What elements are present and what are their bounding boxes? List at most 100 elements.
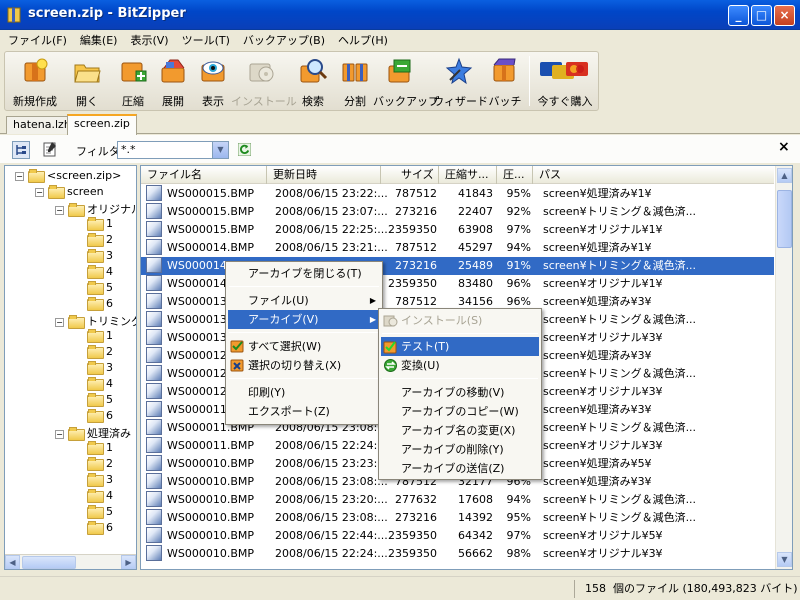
menu-item-install[interactable]: インストール(S) — [381, 311, 539, 330]
tree-node-folder-1[interactable]: 1 — [87, 441, 113, 457]
view-button[interactable]: 表示 — [193, 56, 233, 109]
list-vertical-scrollbar[interactable]: ▲ ▼ — [775, 166, 792, 569]
column-header-filename[interactable]: ファイル名 — [141, 166, 267, 184]
tree-node-folder-5[interactable]: 5 — [87, 281, 113, 297]
menu-backup[interactable]: バックアップ(B) — [235, 30, 330, 50]
column-header-compressed-size[interactable]: 圧縮サ... — [439, 166, 497, 184]
split-button[interactable]: 分割 — [335, 56, 375, 109]
tree-node-original[interactable]: − オリジナル — [55, 201, 136, 217]
refresh-icon[interactable] — [238, 143, 251, 156]
menu-item-move-archive[interactable]: アーカイブの移動(V) — [381, 383, 539, 402]
menu-edit[interactable]: 編集(E) — [72, 30, 123, 50]
tree-node-trimmed[interactable]: −トリミング& — [55, 313, 136, 329]
search-button[interactable]: 検索 — [293, 56, 333, 109]
tree-node-folder-6[interactable]: 6 — [87, 521, 113, 537]
bitmap-file-icon — [146, 509, 162, 525]
scroll-thumb[interactable] — [777, 190, 792, 248]
title-bar[interactable]: screen.zip - BitZipper _ □ × — [0, 0, 800, 30]
menu-item-file[interactable]: ファイル(U) ▶ — [228, 291, 380, 310]
batch-button[interactable]: バッチ — [485, 56, 525, 109]
edit-comment-button[interactable] — [42, 141, 60, 159]
menu-item-test[interactable]: テスト(T) — [381, 337, 539, 356]
backup-button[interactable]: バックアップ — [373, 56, 439, 109]
table-row[interactable]: WS000015.BMP 2008/06/15 23:22:... 787512 41… — [141, 185, 774, 203]
tab-screen-zip[interactable]: screen.zip — [67, 114, 137, 135]
tree-node-folder-3[interactable]: 3 — [87, 473, 113, 489]
column-header-size[interactable]: サイズ — [381, 166, 439, 184]
close-button[interactable]: × — [774, 5, 795, 26]
tree-node-folder-1[interactable]: 1 — [87, 329, 113, 345]
table-row[interactable]: WS000010.BMP 2008/06/15 23:20:... 277632 17… — [141, 491, 774, 509]
tree-node-folder-4[interactable]: 4 — [87, 265, 113, 281]
cell-date: 2008/06/15 23:21:... — [275, 241, 387, 254]
tree-node-folder-1[interactable]: 1 — [87, 217, 113, 233]
tree-node-folder-6[interactable]: 6 — [87, 409, 113, 425]
table-row[interactable]: WS000014.BMP 2008/06/15 23:21:... 787512 45… — [141, 239, 774, 257]
minimize-button[interactable]: _ — [728, 5, 749, 26]
scroll-right-icon[interactable]: ▶ — [121, 555, 136, 569]
scroll-down-icon[interactable]: ▼ — [777, 552, 792, 567]
tree-node-folder-2[interactable]: 2 — [87, 457, 113, 473]
table-row[interactable]: WS000010.BMP 2008/06/15 23:08:... 273216 14… — [141, 509, 774, 527]
tree-node-folder-3[interactable]: 3 — [87, 361, 113, 377]
menu-item-select-all[interactable]: すべて選択(W) — [228, 337, 380, 356]
folder-tree[interactable]: − <screen.zip> − screen − オリジナル 1 2 3 4 5 6… — [4, 165, 137, 570]
menu-item-toggle-selection[interactable]: 選択の切り替え(X) — [228, 356, 380, 375]
open-button[interactable]: 開く — [67, 56, 107, 109]
column-header-modified[interactable]: 更新日時 — [267, 166, 381, 184]
chevron-down-icon[interactable]: ▼ — [212, 142, 228, 158]
collapse-icon[interactable]: − — [55, 318, 64, 327]
wizard-button[interactable]: ウィザード — [433, 56, 488, 109]
tree-node-folder-4[interactable]: 4 — [87, 489, 113, 505]
filter-combobox[interactable]: *.* ▼ — [117, 141, 229, 159]
tree-node-folder-3[interactable]: 3 — [87, 249, 113, 265]
close-icon[interactable]: × — [778, 139, 790, 155]
batch-icon — [493, 58, 516, 82]
menu-item-convert[interactable]: 変換(U) — [381, 356, 539, 375]
menu-tools[interactable]: ツール(T) — [174, 30, 235, 50]
cell-ratio: 94% — [506, 241, 531, 254]
table-row[interactable]: WS000010.BMP 2008/06/15 22:24:... 2359350 5… — [141, 545, 774, 563]
tree-node-folder-5[interactable]: 5 — [87, 393, 113, 409]
collapse-icon[interactable]: − — [55, 430, 64, 439]
scroll-thumb[interactable] — [22, 556, 76, 569]
column-header-path[interactable]: パス — [533, 166, 774, 184]
menu-item-rename-archive[interactable]: アーカイブ名の変更(X) — [381, 421, 539, 440]
folder-icon — [68, 203, 85, 217]
tree-node-folder-5[interactable]: 5 — [87, 505, 113, 521]
tree-node-root[interactable]: − <screen.zip> — [15, 169, 121, 185]
scroll-up-icon[interactable]: ▲ — [777, 168, 792, 183]
buy-now-button[interactable]: 今すぐ購入 — [535, 56, 595, 109]
collapse-icon[interactable]: − — [55, 206, 64, 215]
menu-file[interactable]: ファイル(F) — [0, 30, 72, 50]
menu-item-close-archive[interactable]: アーカイブを閉じる(T) — [228, 264, 380, 283]
tree-horizontal-scrollbar[interactable]: ◀ ▶ — [5, 554, 136, 569]
menu-item-print[interactable]: 印刷(Y) — [228, 383, 380, 402]
menu-item-archive[interactable]: アーカイブ(V) ▶ — [228, 310, 380, 329]
collapse-icon[interactable]: − — [35, 188, 44, 197]
tree-node-folder-4[interactable]: 4 — [87, 377, 113, 393]
table-row[interactable]: WS000015.BMP 2008/06/15 22:25:... 2359350 6… — [141, 221, 774, 239]
tree-node-folder-2[interactable]: 2 — [87, 233, 113, 249]
scroll-left-icon[interactable]: ◀ — [5, 555, 20, 569]
menu-item-delete-archive[interactable]: アーカイブの削除(Y) — [381, 440, 539, 459]
menu-help[interactable]: ヘルプ(H) — [330, 30, 393, 50]
maximize-button[interactable]: □ — [751, 5, 772, 26]
compress-button[interactable]: 圧縮 — [113, 56, 153, 109]
menu-view[interactable]: 表示(V) — [122, 30, 173, 50]
tree-node-folder-2[interactable]: 2 — [87, 345, 113, 361]
tree-node-folder-6[interactable]: 6 — [87, 297, 113, 313]
menu-item-copy-archive[interactable]: アーカイブのコピー(W) — [381, 402, 539, 421]
tree-node-processed[interactable]: − 処理済み — [55, 425, 131, 441]
table-row[interactable]: WS000010.BMP 2008/06/15 22:44:... 2359350 6… — [141, 527, 774, 545]
new-archive-button[interactable]: 新規作成 — [13, 56, 57, 109]
tree-view-toggle[interactable] — [12, 141, 30, 159]
install-button[interactable]: インストール — [231, 56, 297, 109]
column-header-ratio[interactable]: 圧... — [497, 166, 533, 184]
table-row[interactable]: WS000015.BMP 2008/06/15 23:07:... 273216 22… — [141, 203, 774, 221]
collapse-icon[interactable]: − — [15, 172, 24, 181]
menu-item-export[interactable]: エクスポート(Z) — [228, 402, 380, 421]
extract-button[interactable]: 展開 — [153, 56, 193, 109]
menu-item-send-archive[interactable]: アーカイブの送信(Z) — [381, 459, 539, 478]
tree-node-screen[interactable]: − screen — [35, 185, 104, 201]
